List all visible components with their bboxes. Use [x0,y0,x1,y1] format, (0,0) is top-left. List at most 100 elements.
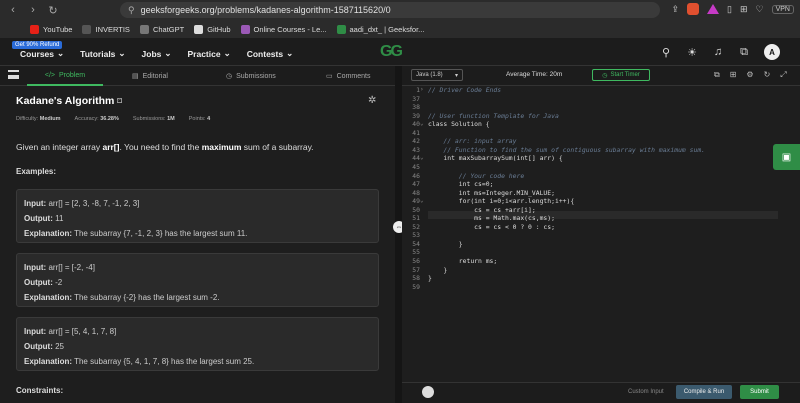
line-number: 46 [412,171,420,180]
bookmark-item[interactable]: INVERTIS [82,24,130,34]
ai-assistant-icon[interactable] [422,386,434,398]
code-editor[interactable] [402,86,778,382]
code-line[interactable]: } [428,274,432,283]
code-line[interactable]: // Function to find the sum of contiguou… [428,146,705,155]
tab-submissions[interactable]: ◷ Submissions [226,66,276,86]
settings-icon[interactable]: ⚙ [746,70,753,80]
submit-button[interactable]: Submit [740,385,779,399]
bookmark-favicon-icon [139,24,149,34]
start-timer-button[interactable]: ◷ Start Timer [592,69,650,81]
navbar-icons: ⚲ ☀ ♫ ⧉ A [660,44,780,60]
code-line[interactable]: } [428,266,447,275]
compile-run-button[interactable]: Compile & Run [676,385,732,399]
report-bug-icon[interactable]: ✲ [368,95,376,106]
bookmark-item[interactable]: GitHub [194,24,231,34]
tab-problem[interactable]: </> Problem [27,66,103,86]
line-number: 42 [412,137,420,146]
nav-item-jobs[interactable]: Jobs ⌄ [142,48,172,59]
vpn-button[interactable]: VPN [771,4,794,14]
code-line[interactable]: // Driver Code Ends [428,86,501,95]
tab-comments[interactable]: ▭ Comments [326,66,370,86]
chat-icon[interactable]: ▣ [773,144,800,170]
code-line[interactable]: return ms; [428,257,498,266]
code-line[interactable]: // User function Template for Java [428,112,559,121]
difficulty-label: Difficulty: [16,116,39,122]
nav-item-courses[interactable]: Courses ⌄ [20,48,64,59]
bookmark-favicon-icon [30,24,39,34]
theme-toggle-icon[interactable]: ☀ [686,46,698,59]
code-line[interactable]: class Solution { [428,120,490,129]
code-line[interactable]: int maxSubarraySum(int[] arr) { [428,154,562,163]
line-number: 40 [412,120,420,129]
gfg-logo[interactable]: GG [380,43,403,61]
sidebar-icon[interactable]: ▯ [727,4,732,15]
bookmark-item[interactable]: aadi_dxt_ | Geeksfor... [336,24,424,34]
back-icon[interactable]: ‹ [6,3,20,17]
line-number: 50 [412,205,420,214]
language-select[interactable]: Java (1.8) ▾ [411,69,463,81]
code-line[interactable]: cs = cs +arr[i]; [428,206,536,215]
favorite-icon[interactable]: ♡ [756,4,764,15]
chevron-down-icon: ⌄ [164,48,172,58]
nav-item-contests[interactable]: Contests ⌄ [247,48,294,59]
site-info-icon[interactable]: ⚲ [128,5,135,16]
address-bar[interactable]: ⚲ geeksforgeeks.org/problems/kadanes-alg… [120,2,660,18]
language-value: Java (1.8) [416,72,443,78]
share-icon[interactable]: ⇪ [671,4,679,15]
tab-editorial[interactable]: ▤ Editorial [132,66,168,86]
copy-icon[interactable]: ⧉ [714,70,720,80]
bookmark-item[interactable]: YouTube [30,24,73,34]
code-line[interactable]: for(int i=0;i<arr.length;i++){ [428,197,574,206]
example-input: arr[] = [2, 3, -8, 7, -1, 2, 3] [48,199,140,208]
constraints-heading: Constraints: [16,386,64,395]
code-line[interactable]: int cs=0; [428,180,494,189]
menu-hamburger-icon[interactable] [8,70,19,79]
desc-text-3: sum of a subarray. [241,142,314,152]
bookmark-item[interactable]: ChatGPT [139,24,185,34]
submissions-value: 1M [167,116,175,122]
fold-toggle-icon[interactable]: ⌄ [420,120,424,129]
code-line[interactable]: } [428,240,463,249]
reset-icon[interactable]: ↻ [764,70,771,80]
line-number: 56 [412,257,420,265]
bookmark-item[interactable]: Online Courses - Le... [240,24,327,34]
extensions-icon[interactable]: ⊞ [740,4,748,15]
examples-heading: Examples: [16,167,57,176]
notification-bell-icon[interactable]: ♫ [712,46,724,58]
bookmark-label: ChatGPT [152,24,185,34]
fold-toggle-icon[interactable]: ⌄ [420,154,424,163]
nav-item-practice[interactable]: Practice ⌄ [188,48,231,59]
fullscreen-icon[interactable]: ⤢ [780,70,786,80]
avatar[interactable]: A [764,44,780,60]
code-line[interactable]: int ms=Integer.MIN_VALUE; [428,189,555,198]
input-label: Input: [24,327,47,336]
pane-divider[interactable] [395,66,402,403]
bookmark-favicon-icon [336,24,346,34]
brave-shield-icon[interactable] [687,3,700,15]
fold-toggle-icon[interactable]: ⌄ [420,197,424,206]
custom-input-toggle[interactable]: Custom Input [628,389,664,395]
forward-icon[interactable]: › [26,3,40,17]
bookmark-label: YouTube [43,24,73,34]
nav-item-label: Tutorials [80,48,116,59]
template-icon[interactable]: ⊞ [730,70,737,80]
url-text[interactable]: geeksforgeeks.org/problems/kadanes-algor… [141,5,391,15]
nav-item-tutorials[interactable]: Tutorials ⌄ [80,48,125,59]
reload-icon[interactable]: ↻ [46,3,60,17]
example-explanation: The subarray {5, 4, 1, 7, 8} has the lar… [74,357,255,366]
translate-icon[interactable]: ⧉ [738,46,750,58]
line-number: 38 [412,103,420,112]
search-icon[interactable]: ⚲ [660,46,672,59]
start-timer-label: Start Timer [610,72,640,78]
bookmark-favicon-icon [194,24,204,34]
code-line[interactable]: // Your code here [428,172,524,181]
fold-toggle-icon[interactable]: › [420,86,424,95]
line-number: 57 [412,265,420,274]
line-number: 45 [412,162,420,171]
code-line[interactable]: ms = Math.max(cs,ms); [428,214,555,223]
code-line[interactable]: cs = cs < 0 ? 0 : cs; [428,223,555,232]
rewards-icon[interactable] [707,4,720,14]
tab-editorial-label: Editorial [142,72,168,80]
code-line[interactable]: // arr: input array [428,137,516,146]
bookmark-icon[interactable]: ⌑ [117,96,122,106]
